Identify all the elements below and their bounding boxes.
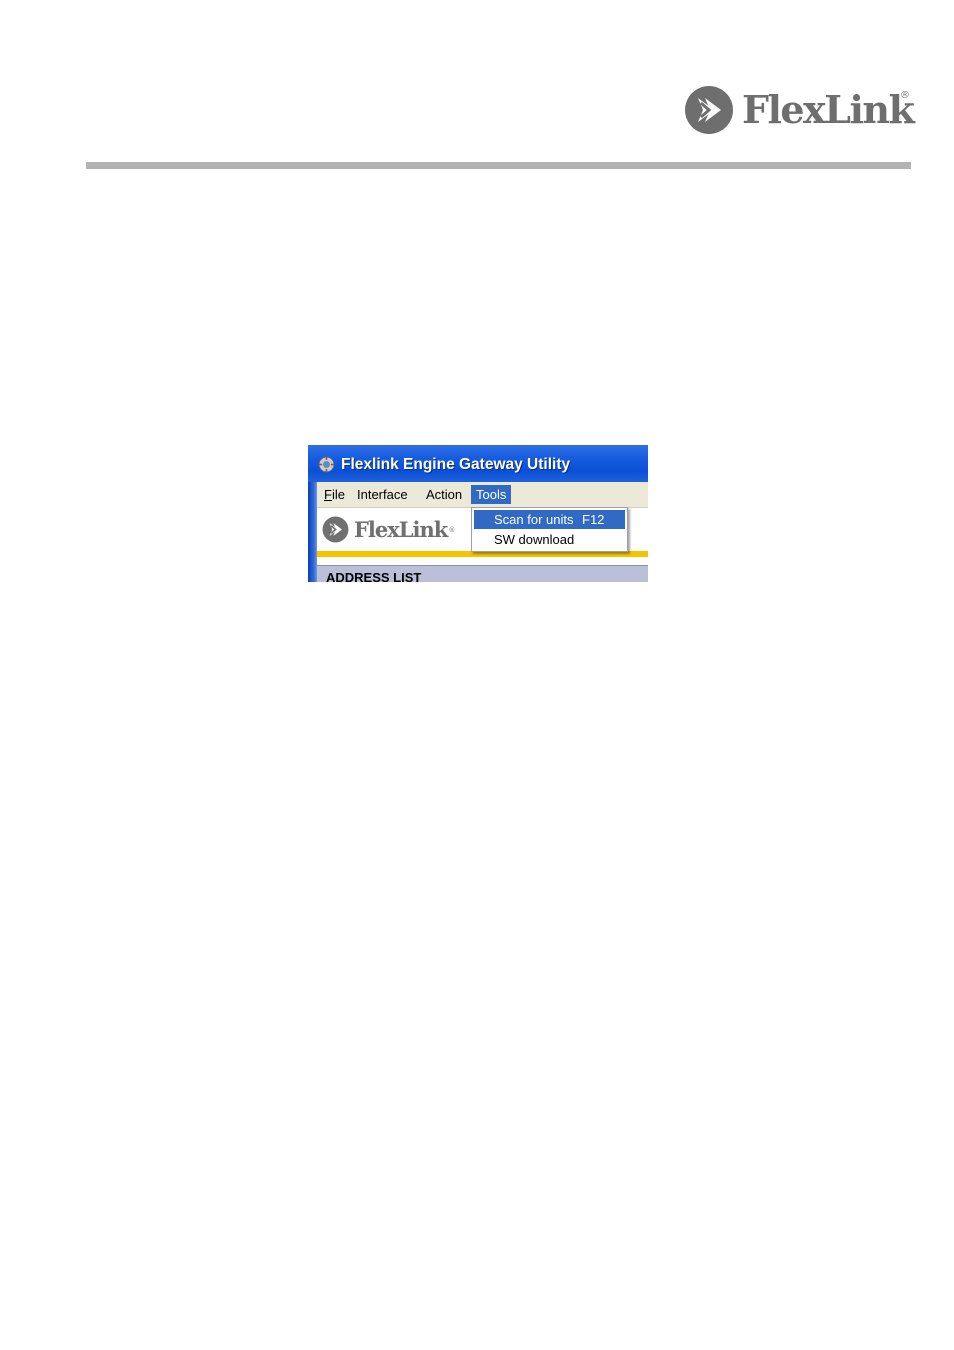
address-list-label: ADDRESS LIST xyxy=(326,570,422,582)
tools-dropdown-menu: Scan for units F12 SW download xyxy=(471,507,628,552)
window-frame-left xyxy=(308,482,317,582)
flexlink-logo-icon xyxy=(685,86,733,134)
window-titlebar[interactable]: Flexlink Engine Gateway Utility xyxy=(308,445,648,482)
sw-download-label: SW download xyxy=(494,532,575,547)
menu-bar: File Interface Action Tools xyxy=(317,482,648,508)
app-logo-text: FlexLink xyxy=(354,517,448,542)
brand-name: FlexLink xyxy=(742,87,915,132)
menu-action[interactable]: Action xyxy=(421,485,467,504)
app-window-screenshot: Flexlink Engine Gateway Utility File Int… xyxy=(308,445,648,582)
menu-item-sw-download[interactable]: SW download xyxy=(474,530,625,549)
address-list-header: ADDRESS LIST xyxy=(317,565,648,582)
page-header-logo: FlexLink ® xyxy=(684,84,915,136)
flexlink-logo-small-icon xyxy=(322,516,349,543)
scan-for-units-label: Scan for units xyxy=(494,512,574,527)
window-title: Flexlink Engine Gateway Utility xyxy=(341,456,571,473)
menu-item-scan-for-units[interactable]: Scan for units F12 xyxy=(474,510,625,529)
menu-file-mnemonic: F xyxy=(324,487,332,502)
menu-file[interactable]: File xyxy=(319,485,350,504)
app-logo-reg: ® xyxy=(448,525,456,534)
gear-globe-icon[interactable] xyxy=(318,456,335,473)
menu-tools[interactable]: Tools xyxy=(471,485,512,504)
header-rule xyxy=(86,162,911,169)
app-logo: FlexLink ® xyxy=(322,516,455,543)
menu-interface[interactable]: Interface xyxy=(352,485,413,504)
brand-registered-mark: ® xyxy=(900,90,910,101)
menu-file-rest: ile xyxy=(331,487,345,502)
scan-for-units-shortcut: F12 xyxy=(582,512,605,527)
